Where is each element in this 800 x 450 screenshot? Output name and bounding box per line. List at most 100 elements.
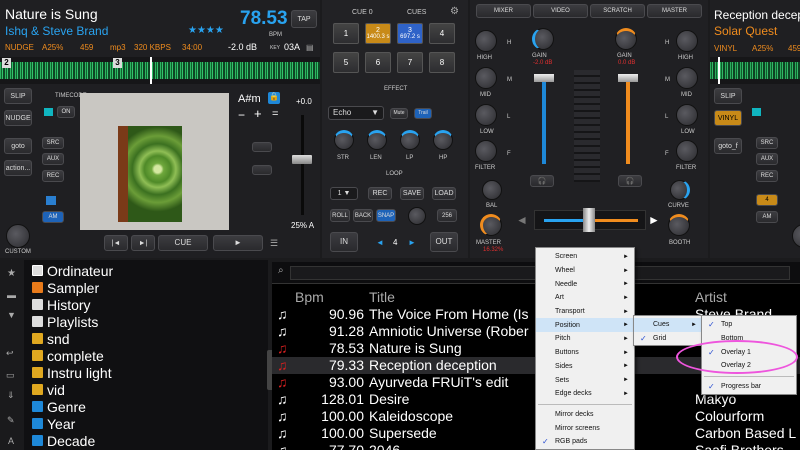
tree-item-sampler[interactable]: Sampler [32,279,99,296]
tree-item-history[interactable]: History [32,296,91,313]
aux-button[interactable]: AUX [42,153,64,165]
pad-6[interactable]: 6 [365,52,391,73]
src-button[interactable]: SRC [42,137,64,149]
balance-knob[interactable] [482,180,502,200]
tree-item-genre[interactable]: Genre [32,398,86,415]
menu-item-cues[interactable]: Cues ► [634,318,702,332]
filter-knob-left[interactable] [475,140,497,162]
roll-button[interactable]: ROLL [330,209,350,222]
low-knob-right[interactable] [676,104,698,126]
star-icon[interactable]: ★ [7,268,16,279]
menu-item-position[interactable]: Position ► [536,318,634,333]
action-button[interactable]: action... [4,160,32,176]
slip-button[interactable]: SLIP [4,88,32,104]
mid-knob-left[interactable] [475,67,497,89]
right-goto-button[interactable]: goto_f [714,138,742,154]
goto-button[interactable]: goto [4,138,32,154]
volume-fader-left[interactable] [542,78,546,164]
loop-save-button[interactable]: SAVE [400,187,424,200]
menu-item-transport[interactable]: Transport ► [536,305,634,319]
font-size-icon[interactable]: A [8,436,14,446]
menu-item-sets[interactable]: Sets ► [536,373,634,387]
fader-handle-right[interactable] [618,74,638,82]
menu-item-grid[interactable]: ✓ Grid [634,332,702,346]
folder-icon[interactable]: ▬ [7,290,16,300]
loop-double-icon[interactable]: ► [408,238,416,247]
fx-knob-len[interactable] [367,130,387,150]
pitch-up-button[interactable] [252,142,272,152]
tree-item-vid[interactable]: vid [32,381,65,398]
am-button[interactable]: AM [42,211,64,223]
crossfader-handle[interactable] [583,208,595,232]
next-button[interactable]: ►| [131,235,155,251]
menu-icon[interactable]: ☰ [270,238,278,249]
menu-item-mirror-decks[interactable]: Mirror decks [536,408,634,422]
tap-button[interactable]: TAP [291,10,317,28]
rating-stars[interactable]: ★★★★ [188,25,224,36]
tab-mixer[interactable]: MIXER [476,4,531,18]
pitch-slider-handle[interactable] [292,155,312,164]
loop-select[interactable]: 1 ▼ [330,187,358,200]
tree-item-complete[interactable]: complete [32,347,104,364]
loop-knob[interactable] [408,207,426,225]
right-src-button[interactable]: SRC [756,137,778,149]
right-am-button[interactable]: AM [756,211,778,223]
key-plus[interactable]: + [254,106,262,121]
high-knob-right[interactable] [676,30,698,52]
tree-item-computer[interactable]: Ordinateur [32,262,113,279]
right-vinyl-button[interactable]: VINYL [714,110,742,126]
right-deck-number[interactable]: 4 [756,194,778,206]
menu-item-buttons[interactable]: Buttons ► [536,346,634,360]
pad-5[interactable]: 5 [333,52,359,73]
column-header-artist[interactable]: Artist [695,289,727,305]
prev-button[interactable]: |◄ [104,235,128,251]
up-icon[interactable]: ▭ [6,370,15,381]
fx-knob-lp[interactable] [400,130,420,150]
high-knob-left[interactable] [475,30,497,52]
fx-knob-hp[interactable] [433,130,453,150]
pad-3[interactable]: 3 697.2 s [397,23,423,44]
key-reset[interactable]: = [272,108,278,120]
right-aux-button[interactable]: AUX [756,153,778,165]
master-knob[interactable] [480,214,502,236]
pitch-down-button[interactable] [252,165,272,175]
pad-1[interactable]: 1 [333,23,359,44]
effect-select[interactable]: Echo ▼ [328,106,384,120]
tree-item-year[interactable]: Year [32,415,75,432]
column-header-title[interactable]: Title [369,289,395,305]
loop-half-icon[interactable]: ◄ [376,238,384,247]
pad-8[interactable]: 8 [429,52,455,73]
pad-7[interactable]: 7 [397,52,423,73]
booth-knob[interactable] [668,214,690,236]
tab-master[interactable]: MASTER [647,4,702,18]
nudge-button[interactable]: NUDGE [4,110,32,126]
custom-knob[interactable] [6,224,30,248]
low-knob-left[interactable] [475,104,497,126]
right-waveform[interactable] [710,57,800,84]
mute-button[interactable]: Mute [390,108,408,119]
loop-rec-button[interactable]: REC [368,187,392,200]
tab-video[interactable]: VIDEO [533,4,588,18]
menu-item-pitch[interactable]: Pitch ► [536,332,634,346]
loop-out-button[interactable]: OUT [430,232,458,252]
menu-item-art[interactable]: Art ► [536,291,634,305]
right-rec-button[interactable]: REC [756,170,778,182]
right-slip-button[interactable]: SLIP [714,88,742,104]
loop-length[interactable]: 256 [437,209,457,222]
loop-in-button[interactable]: IN [330,232,358,252]
menu-item-top[interactable]: ✓ Top [702,318,796,332]
crossfader-right-arrow[interactable]: ► [648,213,660,227]
menu-item-screen[interactable]: Screen ► [536,250,634,264]
fader-handle-left[interactable] [534,74,554,82]
left-waveform[interactable]: 2 3 [0,57,320,84]
loop-load-button[interactable]: LOAD [432,187,456,200]
settings-icon[interactable]: ▤ [306,43,314,52]
menu-item-needle[interactable]: Needle ► [536,277,634,291]
tab-scratch[interactable]: SCRATCH [590,4,645,18]
filter-knob-right[interactable] [676,140,698,162]
crossfader-left-arrow[interactable]: ◄ [516,213,528,227]
mid-knob-right[interactable] [676,67,698,89]
column-header-bpm[interactable]: Bpm [295,289,324,305]
curve-knob[interactable] [670,180,690,200]
snap-button[interactable]: SNAP [376,209,396,222]
